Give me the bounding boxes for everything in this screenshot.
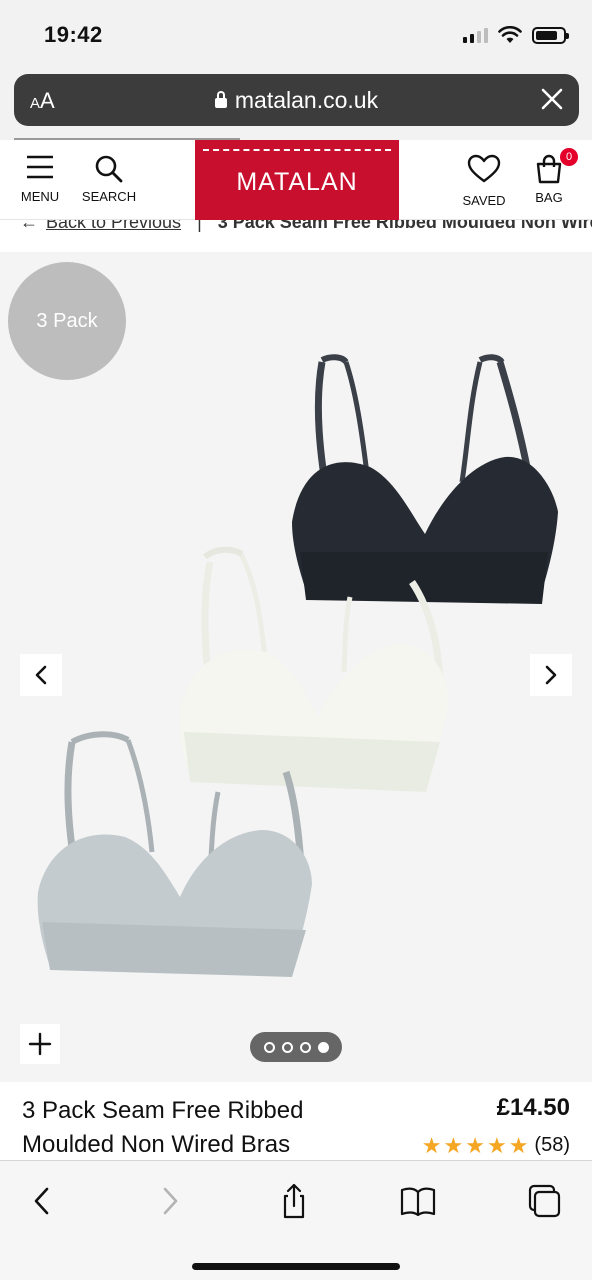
browser-forward-button[interactable] — [150, 1183, 190, 1219]
share-button[interactable] — [274, 1183, 314, 1219]
review-count[interactable]: (58) — [534, 1134, 570, 1157]
product-price: £14.50 — [496, 1094, 570, 1121]
pagination-dot-active[interactable] — [317, 1041, 329, 1053]
hamburger-icon — [27, 155, 53, 179]
close-icon[interactable] — [539, 86, 565, 112]
black-bra-image — [292, 354, 558, 604]
home-indicator — [192, 1263, 400, 1270]
saved-button[interactable]: SAVED — [458, 154, 510, 208]
status-bar: 19:42 — [0, 0, 592, 70]
plus-icon — [28, 1032, 52, 1056]
matalan-logo[interactable]: MATALAN — [195, 140, 399, 220]
bag-button[interactable]: 0 BAG — [528, 148, 578, 205]
product-image-gallery[interactable]: 3 Pack — [0, 252, 592, 1082]
previous-image-button[interactable] — [20, 654, 62, 696]
saved-label: SAVED — [462, 193, 506, 208]
search-icon — [95, 155, 123, 183]
pagination-dot[interactable] — [263, 1041, 275, 1053]
product-info: 3 Pack Seam Free Ribbed Moulded Non Wire… — [0, 1082, 592, 1162]
heart-icon — [467, 154, 501, 183]
book-icon — [400, 1187, 436, 1217]
wifi-icon — [498, 26, 522, 43]
url-display[interactable]: matalan.co.uk — [14, 87, 579, 114]
zoom-button[interactable] — [20, 1024, 60, 1064]
bag-count-badge: 0 — [560, 148, 578, 166]
tabs-icon — [528, 1184, 561, 1218]
product-image — [37, 354, 558, 977]
browser-back-button[interactable] — [22, 1183, 62, 1219]
cellular-signal-icon — [463, 27, 488, 43]
menu-label: MENU — [20, 189, 60, 204]
image-pagination[interactable] — [250, 1032, 342, 1062]
battery-icon — [532, 26, 569, 44]
chevron-left-icon — [34, 1187, 49, 1215]
browser-address-area: AA matalan.co.uk — [0, 70, 592, 140]
chevron-right-icon — [545, 665, 557, 685]
next-image-button[interactable] — [530, 654, 572, 696]
tabs-button[interactable] — [524, 1183, 564, 1219]
shopping-bag-icon — [536, 154, 562, 184]
search-label: SEARCH — [81, 189, 137, 204]
address-bar[interactable]: AA matalan.co.uk — [14, 74, 579, 126]
pagination-dot[interactable] — [299, 1041, 311, 1053]
pack-badge: 3 Pack — [8, 262, 126, 380]
star-icon: ★ — [443, 1132, 464, 1158]
search-button[interactable]: SEARCH — [80, 154, 138, 204]
chevron-right-icon — [163, 1187, 178, 1215]
bookmarks-button[interactable] — [398, 1183, 438, 1219]
pagination-dot[interactable] — [281, 1041, 293, 1053]
star-icon: ★ — [508, 1132, 529, 1158]
bag-label: BAG — [535, 190, 563, 205]
product-title: 3 Pack Seam Free Ribbed Moulded Non Wire… — [22, 1097, 304, 1158]
logo-text: MATALAN — [236, 168, 358, 196]
site-header: MENU SEARCH MATALAN SAVED 0 BAG — [0, 140, 592, 220]
browser-toolbar — [0, 1160, 592, 1280]
star-icon: ★ — [421, 1132, 442, 1158]
url-text: matalan.co.uk — [234, 87, 379, 113]
share-icon — [283, 1183, 305, 1219]
chevron-left-icon — [35, 665, 47, 685]
menu-button[interactable]: MENU — [18, 154, 62, 204]
status-icons — [463, 26, 569, 44]
status-time: 19:42 — [44, 22, 103, 47]
lock-icon — [214, 91, 227, 108]
star-icon: ★ — [465, 1132, 485, 1158]
product-rating[interactable]: ★ ★ ★ ★ ★ (58) — [422, 1134, 570, 1157]
star-icon: ★ — [486, 1132, 507, 1158]
